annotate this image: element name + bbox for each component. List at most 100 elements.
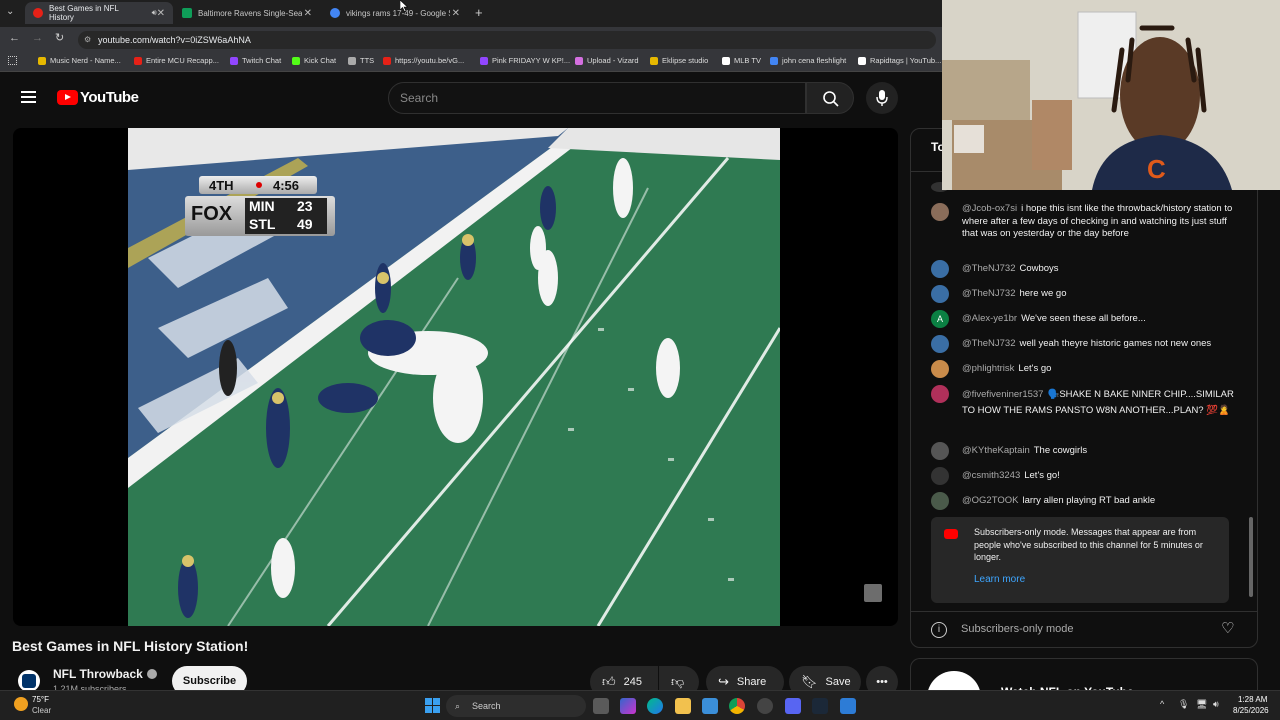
close-tab-icon[interactable]: ✕ [452, 8, 460, 19]
apps-grid-icon[interactable] [8, 56, 17, 65]
file-explorer-icon[interactable] [675, 698, 691, 714]
bookmark-item[interactable]: Music Nerd - Name... [38, 56, 121, 65]
weather-temp[interactable]: 75°F [32, 695, 49, 704]
discord-icon[interactable] [785, 698, 801, 714]
chat-avatar[interactable] [931, 335, 949, 353]
chat-avatar[interactable] [931, 442, 949, 460]
chat-author[interactable]: @TheNJ732 [962, 263, 1015, 274]
info-icon[interactable]: i [931, 622, 947, 638]
bookmark-item[interactable]: Eklipse studio [650, 56, 708, 65]
hamburger-menu-icon[interactable] [21, 91, 36, 103]
bookmark-item[interactable]: Pink FRIDAYY W KP!... [480, 56, 570, 65]
chat-avatar[interactable] [931, 467, 949, 485]
search-input[interactable]: Search [388, 82, 806, 114]
youtube-logo[interactable]: YouTube [57, 89, 139, 106]
edge-icon[interactable] [647, 698, 663, 714]
thumbs-down-icon: 👎︎ [671, 674, 685, 689]
forward-icon[interactable]: → [32, 32, 43, 44]
bookmark-item[interactable]: MLB TV [722, 56, 761, 65]
chat-author[interactable]: @OG2TOOK [962, 495, 1018, 506]
youtube-notice-icon [944, 529, 958, 539]
notepad-icon[interactable] [840, 698, 856, 714]
clock-time[interactable]: 1:28 AM [1238, 695, 1267, 704]
chat-message: @phlightrisk Let's go [962, 363, 1237, 376]
chat-scrollbar[interactable] [1249, 517, 1253, 597]
bookmark-favicon-icon [858, 56, 866, 65]
chat-avatar[interactable] [931, 203, 949, 221]
bookmark-item[interactable]: Twitch Chat [230, 56, 281, 65]
chat-author[interactable]: @csmith3243 [962, 470, 1020, 481]
bookmark-item[interactable]: Rapidtags | YouTub... [858, 56, 941, 65]
volume-icon[interactable]: 🔊︎ [1213, 699, 1219, 710]
voice-search-button[interactable] [866, 82, 898, 114]
close-tab-icon[interactable]: ✕ [304, 8, 312, 19]
tab-title: Baltimore Ravens Single-Seaso [198, 8, 302, 18]
chat-author[interactable]: @Alex-ye1br [962, 313, 1017, 324]
tab-youtube[interactable]: Best Games in NFL History 🔊︎ ✕ [25, 2, 173, 24]
taskbar-search-icon: ⌕ [455, 701, 461, 711]
obs-icon[interactable] [757, 698, 773, 714]
copilot-icon[interactable] [620, 698, 636, 714]
score-period: 4TH [209, 178, 234, 193]
chat-avatar-letter: A [936, 314, 943, 324]
video-player[interactable]: 4TH 4:56 FOX MIN 23 STL 49 [13, 128, 898, 626]
clock-date[interactable]: 8/25/2026 [1233, 706, 1269, 715]
chat-author[interactable]: @TheNJ732 [962, 288, 1015, 299]
learn-more-link[interactable]: Learn more [974, 574, 1025, 585]
channel-avatar[interactable] [18, 670, 40, 692]
search-button[interactable] [806, 82, 854, 114]
chat-author[interactable]: @TheNJ732 [962, 338, 1015, 349]
chat-avatar[interactable]: A [931, 310, 949, 328]
taskbar-search[interactable]: ⌕ Search [446, 695, 586, 717]
steam-icon[interactable] [812, 698, 828, 714]
webcam-overlay: C [942, 0, 1280, 190]
start-windows-icon[interactable] [425, 698, 440, 713]
address-toolbar: ← → ↻ ⚙ youtube.com/watch?v=0iZSW6aAhNA [0, 27, 942, 53]
close-tab-icon[interactable]: ✕ [157, 8, 165, 19]
tab-ravens[interactable]: Baltimore Ravens Single-Seaso ✕ [174, 2, 320, 24]
bookmark-favicon-icon [575, 56, 583, 65]
live-chat-panel: To @Jcob-ox7si i hope this isnt like the … [910, 128, 1258, 648]
browser-tab-bar: ⌄ Best Games in NFL History 🔊︎ ✕ Baltimo… [0, 0, 942, 27]
bookmark-item[interactable]: Upload - Vizard [575, 56, 639, 65]
tray-chevron-icon[interactable]: ^ [1160, 699, 1164, 709]
search-placeholder: Search [400, 91, 439, 105]
task-view-icon[interactable] [593, 698, 609, 714]
save-playlist-icon: 🔖︎ [801, 674, 818, 689]
team2-score: 49 [297, 216, 313, 232]
tab-google-search[interactable]: vikings rams 17-49 - Google Se ✕ [322, 2, 468, 24]
score-live-dot-icon [256, 182, 262, 188]
chat-author[interactable]: @KYtheKaptain [962, 445, 1030, 456]
chat-text: Cowboys [1019, 263, 1059, 274]
sheets-favicon-icon [182, 8, 192, 18]
chat-avatar[interactable] [931, 260, 949, 278]
chat-avatar[interactable] [931, 285, 949, 303]
bookmark-item[interactable]: john cena fleshlight [770, 56, 846, 65]
back-icon[interactable]: ← [9, 32, 20, 44]
weather-icon[interactable] [14, 697, 28, 711]
new-tab-icon[interactable]: + [475, 5, 483, 20]
channel-watermark-icon[interactable] [864, 584, 882, 602]
chat-avatar[interactable] [931, 360, 949, 378]
chat-author[interactable]: @fivefiveniner1537 [962, 389, 1043, 400]
channel-name[interactable]: NFL Throwback [53, 667, 157, 681]
network-icon[interactable]: 🖥︎ [1196, 699, 1207, 710]
chat-avatar[interactable] [931, 385, 949, 403]
bookmark-item[interactable]: https://youtu.be/vG... [383, 56, 464, 65]
chat-avatar[interactable] [931, 492, 949, 510]
chat-author[interactable]: @phlightrisk [962, 363, 1014, 374]
bookmark-item[interactable]: TTS [348, 56, 374, 65]
chat-text: The cowgirls [1033, 445, 1088, 456]
tab-list-chevron-icon[interactable]: ⌄ [6, 6, 20, 20]
tray-mic-icon[interactable]: 🎙︎ [1178, 699, 1189, 710]
url-field[interactable]: ⚙ youtube.com/watch?v=0iZSW6aAhNA [78, 31, 936, 49]
chrome-icon[interactable] [729, 698, 745, 714]
bookmark-item[interactable]: Entire MCU Recapp... [134, 56, 219, 65]
bookmark-item[interactable]: Kick Chat [292, 56, 336, 65]
heart-icon[interactable]: ♡ [1221, 619, 1234, 637]
chat-author[interactable]: @Jcob-ox7si [962, 203, 1017, 214]
reload-icon[interactable]: ↻ [55, 31, 64, 44]
youtube-header: YouTube Search [0, 72, 910, 126]
site-info-icon[interactable]: ⚙ [84, 31, 91, 49]
store-icon[interactable] [702, 698, 718, 714]
